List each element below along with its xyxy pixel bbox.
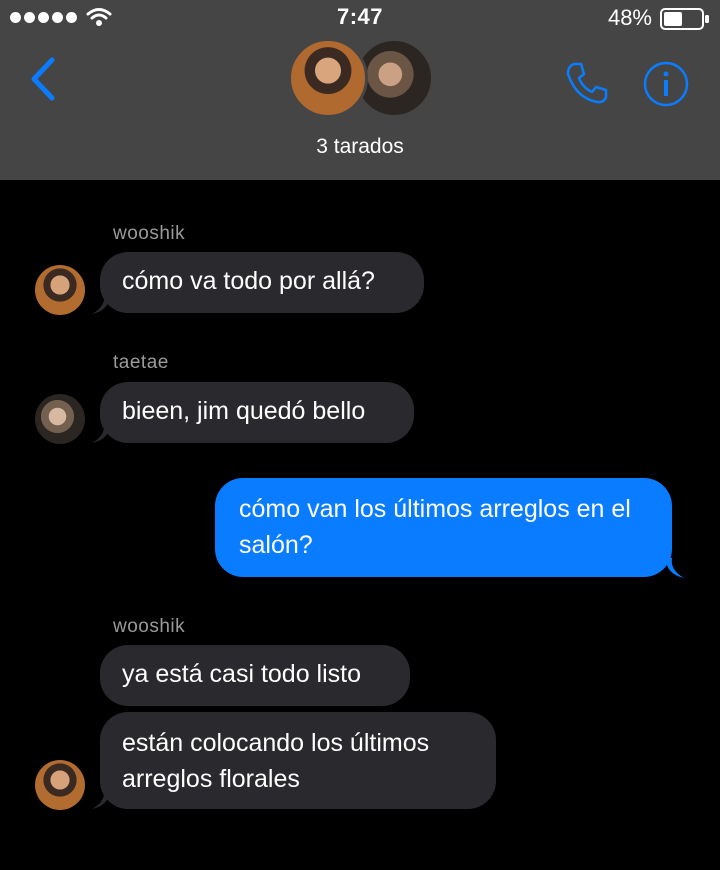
avatar [35,265,85,315]
message-bubble[interactable]: están colocando los últimos arreglos flo… [100,712,496,809]
sender-name: wooshik [113,616,186,637]
avatar [35,760,85,810]
avatar [35,394,85,444]
status-bar: 7:47 48% [0,0,720,34]
avatar [288,38,368,118]
battery-percentage: 48% [607,5,652,30]
group-avatars[interactable] [288,38,438,118]
message-bubble[interactable]: cómo va todo por allá? [100,252,424,313]
sender-name: wooshik [113,223,186,244]
phone-icon[interactable] [564,60,610,106]
conversation-header: 7:47 48% 3 tarados [0,0,720,180]
message-bubble-outgoing[interactable]: cómo van los últimos arreglos en el saló… [215,478,672,577]
back-chevron-icon[interactable] [28,56,58,102]
group-name[interactable]: 3 tarados [0,135,720,159]
message-bubble[interactable]: bieen, jim quedó bello [100,382,414,443]
message-bubble[interactable]: ya está casi todo listo [100,645,410,706]
info-icon[interactable] [642,60,690,108]
battery-icon [660,8,709,30]
sender-name: taetae [113,352,169,373]
